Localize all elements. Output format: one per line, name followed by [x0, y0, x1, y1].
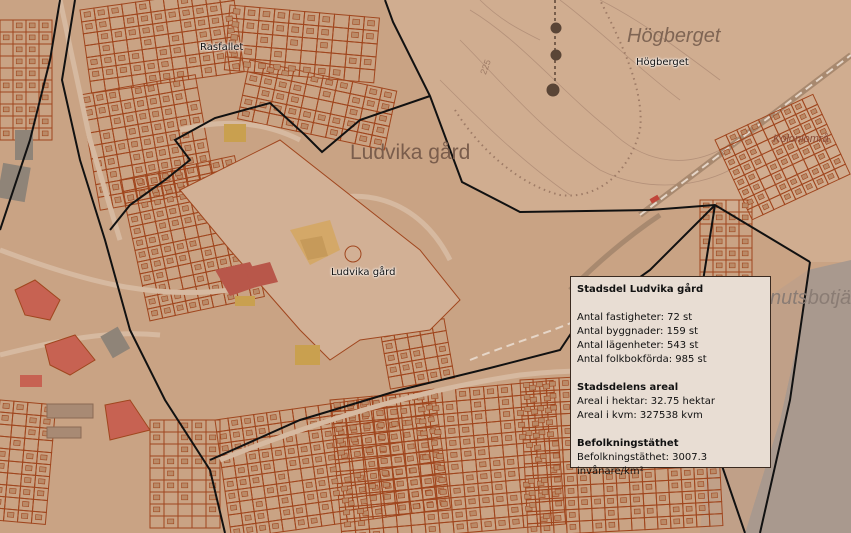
popup-byggnader: Antal byggnader: 159 st	[577, 326, 698, 337]
label-rasfallet: Rasfallet	[200, 42, 244, 53]
district-info-popup[interactable]: Stadsdel Ludvika gård Antal fastigheter:…	[570, 276, 771, 477]
popup-density: Befolkningstäthet: 3007.3 invånare/km²	[577, 452, 708, 477]
label-ludvika-gard-large: Ludvika gård	[350, 141, 471, 164]
popup-areal-hektar: Areal i hektar: 32.75 hektar	[577, 396, 715, 407]
label-knutsbotjarn: nutsbotjä	[770, 287, 851, 309]
popup-areal-heading: Stadsdelens areal	[577, 382, 679, 393]
popup-title: Stadsdel Ludvika gård	[577, 284, 704, 295]
label-ludvika-gard-small: Ludvika gård	[331, 267, 396, 278]
label-hogberget-large: Högberget	[627, 25, 721, 47]
label-koloniomrade: Koloniområ	[773, 133, 829, 145]
yellow-building	[295, 345, 320, 365]
popup-fastigheter: Antal fastigheter: 72 st	[577, 312, 693, 323]
label-hogberget-small: Högberget	[636, 57, 689, 68]
popup-lagenheter: Antal lägenheter: 543 st	[577, 340, 699, 351]
popup-folkbokforda: Antal folkbokförda: 985 st	[577, 354, 707, 365]
popup-density-heading: Befolkningstäthet	[577, 438, 679, 449]
popup-areal-kvm: Areal i kvm: 327538 kvm	[577, 410, 703, 421]
